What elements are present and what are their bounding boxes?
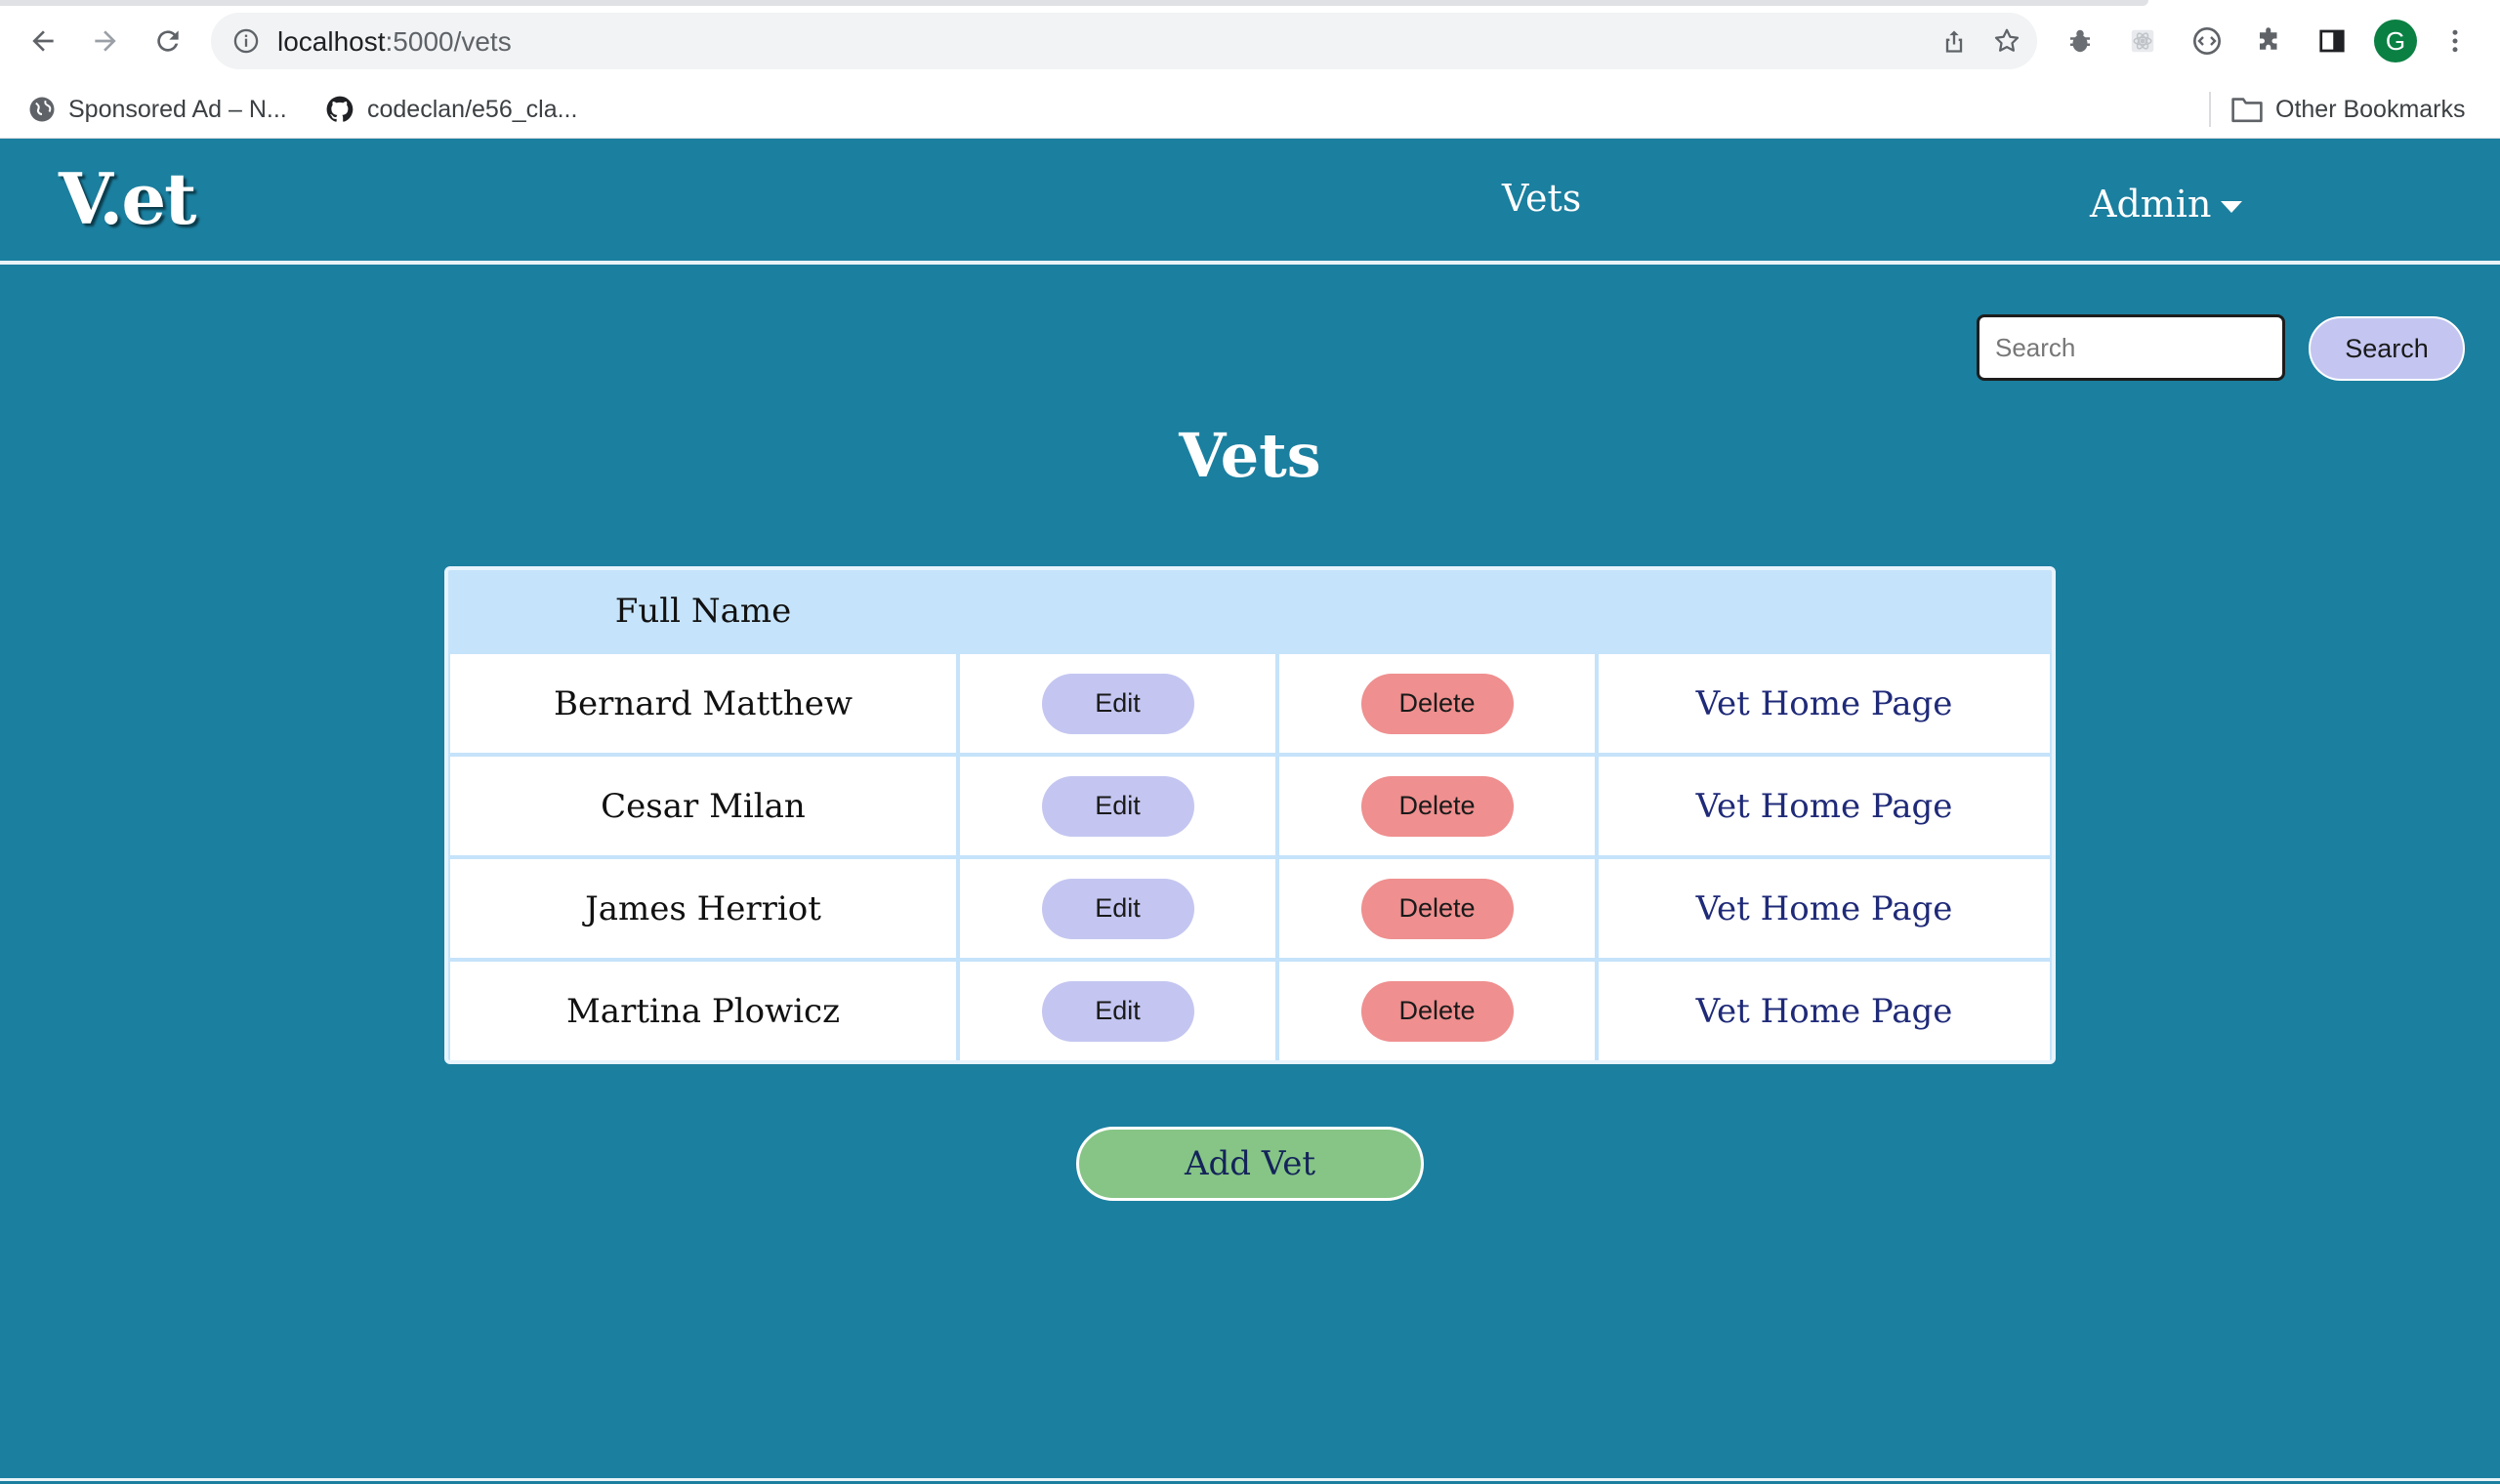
globe-icon <box>29 97 55 122</box>
forward-button[interactable] <box>84 20 127 62</box>
edit-button[interactable]: Edit <box>1041 878 1194 939</box>
vets-table: Full Name Bernard Matthew Edit Delete Ve… <box>444 566 2056 1064</box>
address-bar[interactable]: localhost:5000/vets <box>211 13 2037 69</box>
table-row: James Herriot Edit Delete Vet Home Page <box>450 859 2050 958</box>
search-input[interactable] <box>1977 314 2285 381</box>
delete-button[interactable]: Delete <box>1360 775 1514 837</box>
url-text[interactable]: localhost:5000/vets <box>277 26 512 58</box>
delete-cell: Delete <box>1279 654 1595 753</box>
back-button[interactable] <box>21 20 64 62</box>
nav-dropdown-admin[interactable]: Admin <box>2090 183 2243 226</box>
vet-name: Cesar Milan <box>450 757 956 855</box>
url-path: :5000/vets <box>385 26 512 57</box>
share-icon[interactable] <box>1938 24 1971 58</box>
delete-button[interactable]: Delete <box>1360 980 1514 1042</box>
github-icon <box>326 96 354 122</box>
arrow-left-icon <box>32 30 54 52</box>
search-button[interactable]: Search <box>2309 316 2465 381</box>
vet-home-page-link[interactable]: Vet Home Page <box>1599 654 2050 753</box>
edit-cell: Edit <box>960 962 1275 1060</box>
nav-link-vets[interactable]: Vets <box>1502 177 1581 220</box>
vet-home-page-link[interactable]: Vet Home Page <box>1599 962 2050 1060</box>
vet-home-page-link[interactable]: Vet Home Page <box>1599 859 2050 958</box>
delete-button[interactable]: Delete <box>1360 673 1514 734</box>
column-header-full-name: Full Name <box>614 592 792 631</box>
reload-button[interactable] <box>146 20 189 62</box>
table-header-row: Full Name <box>450 572 2050 650</box>
bookmarks-bar: Sponsored Ad – N... codeclan/e56_cla... … <box>0 82 2500 139</box>
other-bookmarks[interactable]: Other Bookmarks <box>2230 90 2466 129</box>
caret-down-icon <box>2221 201 2243 213</box>
edit-cell: Edit <box>960 757 1275 855</box>
bookmark-sponsored[interactable]: Sponsored Ad – N... <box>27 90 287 129</box>
bookmark-star-icon[interactable] <box>1990 24 2023 58</box>
bug-extension-icon[interactable] <box>2059 20 2102 62</box>
arrow-right-icon <box>95 30 116 52</box>
brand-logo[interactable]: V.et <box>59 157 196 240</box>
vet-name: Bernard Matthew <box>450 654 956 753</box>
bookmarks-separator <box>2209 92 2211 127</box>
tab-strip-edge <box>0 0 2148 6</box>
bookmark-label: Sponsored Ad – N... <box>68 95 287 123</box>
table-row: Cesar Milan Edit Delete Vet Home Page <box>450 757 2050 855</box>
edit-cell: Edit <box>960 859 1275 958</box>
delete-button[interactable]: Delete <box>1360 878 1514 939</box>
page-title: Vets <box>1179 420 1321 491</box>
table-row: Martina Plowicz Edit Delete Vet Home Pag… <box>450 962 2050 1060</box>
footer-divider <box>0 1478 2500 1481</box>
delete-cell: Delete <box>1279 962 1595 1060</box>
delete-cell: Delete <box>1279 859 1595 958</box>
nav-admin-label: Admin <box>2090 183 2212 226</box>
code-extension-icon[interactable] <box>2186 20 2229 62</box>
delete-cell: Delete <box>1279 757 1595 855</box>
vet-name: Martina Plowicz <box>450 962 956 1060</box>
profile-avatar[interactable]: G <box>2374 20 2417 62</box>
site-info-icon[interactable] <box>232 27 260 59</box>
table-row: Bernard Matthew Edit Delete Vet Home Pag… <box>450 654 2050 753</box>
profile-initial: G <box>2385 25 2406 56</box>
edit-button[interactable]: Edit <box>1041 775 1194 837</box>
react-extension-icon[interactable] <box>2121 20 2164 62</box>
side-panel-icon[interactable] <box>2311 20 2354 62</box>
browser-menu-icon[interactable] <box>2434 20 2477 62</box>
other-bookmarks-label: Other Bookmarks <box>2275 95 2466 123</box>
vet-home-page-link[interactable]: Vet Home Page <box>1599 757 2050 855</box>
reload-icon <box>157 30 179 52</box>
add-vet-button[interactable]: Add Vet <box>1076 1127 1424 1201</box>
edit-button[interactable]: Edit <box>1041 673 1194 734</box>
app-header: V.et Vets Admin <box>0 140 2500 265</box>
url-host: localhost <box>277 26 386 57</box>
extensions-puzzle-icon[interactable] <box>2248 20 2291 62</box>
bookmark-label: codeclan/e56_cla... <box>367 95 578 123</box>
edit-button[interactable]: Edit <box>1041 980 1194 1042</box>
edit-cell: Edit <box>960 654 1275 753</box>
bookmark-codeclan[interactable]: codeclan/e56_cla... <box>324 90 577 129</box>
folder-icon <box>2231 98 2263 123</box>
vet-name: James Herriot <box>450 859 956 958</box>
browser-toolbar: localhost:5000/vets G <box>0 0 2500 82</box>
